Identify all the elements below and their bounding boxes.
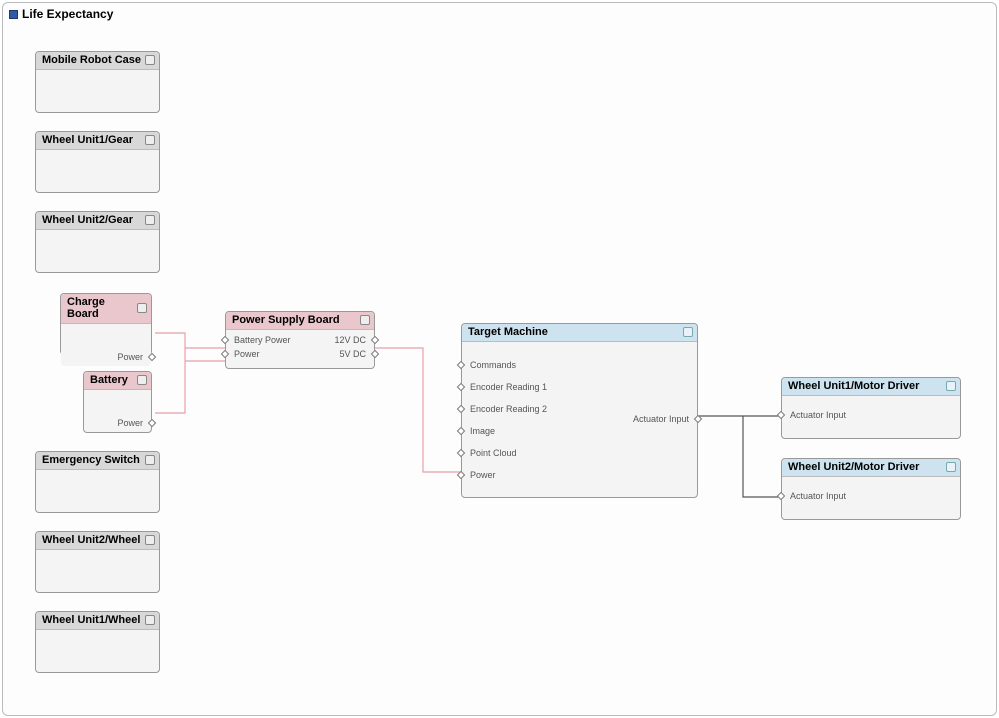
node-header: Wheel Unit2/Wheel xyxy=(36,532,159,550)
node-header: Wheel Unit2/Motor Driver xyxy=(782,459,960,477)
wire-charge-to-junction xyxy=(155,333,185,348)
port-dot[interactable] xyxy=(457,449,465,457)
node-wheel1-motor-driver[interactable]: Wheel Unit1/Motor Driver Actuator Input xyxy=(781,377,961,439)
port-dot[interactable] xyxy=(457,471,465,479)
node-wheel-unit2-gear[interactable]: Wheel Unit2/Gear xyxy=(35,211,160,273)
port-label-power-out: Power xyxy=(117,418,143,428)
port-label-encoder1-in: Encoder Reading 1 xyxy=(470,382,547,392)
node-title: Emergency Switch xyxy=(42,454,140,466)
node-wheel-unit1-gear[interactable]: Wheel Unit1/Gear xyxy=(35,131,160,193)
expand-icon[interactable] xyxy=(946,381,956,391)
wire-psb12v-to-target-power xyxy=(375,348,461,472)
node-wheel-unit2-wheel[interactable]: Wheel Unit2/Wheel xyxy=(35,531,160,593)
expand-icon[interactable] xyxy=(145,535,155,545)
port-dot[interactable] xyxy=(457,405,465,413)
port-dot[interactable] xyxy=(777,411,785,419)
node-header: Wheel Unit2/Gear xyxy=(36,212,159,230)
node-title: Wheel Unit1/Motor Driver xyxy=(788,380,919,392)
node-body xyxy=(36,470,159,512)
node-power-supply-board[interactable]: Power Supply Board Battery Power Power 1… xyxy=(225,311,375,369)
port-label-encoder2-in: Encoder Reading 2 xyxy=(470,404,547,414)
port-dot[interactable] xyxy=(777,492,785,500)
port-label-power-out: Power xyxy=(117,352,143,362)
diagram-panel: Life Expectancy Mobile Robot Case xyxy=(2,2,997,716)
node-title: Wheel Unit2/Motor Driver xyxy=(788,461,919,473)
node-header: Wheel Unit1/Wheel xyxy=(36,612,159,630)
node-title: Charge Board xyxy=(67,296,137,320)
port-label-power-in: Power xyxy=(470,470,496,480)
node-title: Wheel Unit1/Gear xyxy=(42,134,133,146)
node-emergency-switch[interactable]: Emergency Switch xyxy=(35,451,160,513)
port-dot[interactable] xyxy=(371,350,379,358)
port-label-5v-out: 5V DC xyxy=(339,349,366,359)
expand-icon[interactable] xyxy=(137,375,147,385)
expand-icon[interactable] xyxy=(145,55,155,65)
port-dot[interactable] xyxy=(457,427,465,435)
node-title: Target Machine xyxy=(468,326,548,338)
expand-icon[interactable] xyxy=(946,462,956,472)
node-header: Target Machine xyxy=(462,324,697,342)
expand-icon[interactable] xyxy=(145,455,155,465)
port-label-actuator-in: Actuator Input xyxy=(790,410,846,420)
expand-icon[interactable] xyxy=(145,215,155,225)
node-header: Power Supply Board xyxy=(226,312,374,330)
node-title: Battery xyxy=(90,374,128,386)
port-dot[interactable] xyxy=(148,419,156,427)
node-body xyxy=(36,630,159,672)
wire-battery-to-junction xyxy=(155,348,185,413)
node-body: Actuator Input xyxy=(782,477,960,519)
node-body: Commands Encoder Reading 1 Encoder Readi… xyxy=(462,342,697,497)
node-battery[interactable]: Battery Power xyxy=(83,371,152,433)
port-label-pointcloud-in: Point Cloud xyxy=(470,448,517,458)
node-target-machine[interactable]: Target Machine Commands Encoder Reading … xyxy=(461,323,698,498)
port-dot[interactable] xyxy=(457,361,465,369)
node-wheel2-motor-driver[interactable]: Wheel Unit2/Motor Driver Actuator Input xyxy=(781,458,961,520)
node-body xyxy=(36,70,159,112)
port-label-actuator-out: Actuator Input xyxy=(633,414,689,424)
port-label-power-in: Power xyxy=(234,349,260,359)
node-title: Wheel Unit1/Wheel xyxy=(42,614,140,626)
expand-icon[interactable] xyxy=(683,327,693,337)
wire-actuator-to-driver2 xyxy=(743,416,781,497)
port-label-actuator-in: Actuator Input xyxy=(790,491,846,501)
node-header: Battery xyxy=(84,372,151,390)
expand-icon[interactable] xyxy=(360,315,370,325)
port-label-image-in: Image xyxy=(470,426,495,436)
port-dot[interactable] xyxy=(221,336,229,344)
port-label-12v-out: 12V DC xyxy=(334,335,366,345)
diagram-canvas[interactable]: Mobile Robot Case Wheel Unit1/Gear Wheel… xyxy=(3,3,996,715)
node-body: Power xyxy=(61,324,151,366)
node-body: Actuator Input xyxy=(782,396,960,438)
port-dot[interactable] xyxy=(221,350,229,358)
expand-icon[interactable] xyxy=(145,615,155,625)
port-dot[interactable] xyxy=(457,383,465,391)
port-label-commands-in: Commands xyxy=(470,360,516,370)
node-header: Wheel Unit1/Motor Driver xyxy=(782,378,960,396)
node-header: Wheel Unit1/Gear xyxy=(36,132,159,150)
node-title: Power Supply Board xyxy=(232,314,340,326)
expand-icon[interactable] xyxy=(145,135,155,145)
node-header: Emergency Switch xyxy=(36,452,159,470)
node-header: Charge Board xyxy=(61,294,151,324)
port-dot[interactable] xyxy=(148,353,156,361)
expand-icon[interactable] xyxy=(137,303,147,313)
node-title: Wheel Unit2/Gear xyxy=(42,214,133,226)
node-title: Wheel Unit2/Wheel xyxy=(42,534,140,546)
port-label-battery-power-in: Battery Power xyxy=(234,335,291,345)
node-body: Power xyxy=(84,390,151,432)
node-charge-board[interactable]: Charge Board Power xyxy=(60,293,152,355)
node-mobile-robot-case[interactable]: Mobile Robot Case xyxy=(35,51,160,113)
node-body xyxy=(36,230,159,272)
node-wheel-unit1-wheel[interactable]: Wheel Unit1/Wheel xyxy=(35,611,160,673)
node-body xyxy=(36,150,159,192)
node-title: Mobile Robot Case xyxy=(42,54,141,66)
port-dot[interactable] xyxy=(371,336,379,344)
port-dot[interactable] xyxy=(694,415,702,423)
node-body: Battery Power Power 12V DC 5V DC xyxy=(226,330,374,368)
node-body xyxy=(36,550,159,592)
node-header: Mobile Robot Case xyxy=(36,52,159,70)
